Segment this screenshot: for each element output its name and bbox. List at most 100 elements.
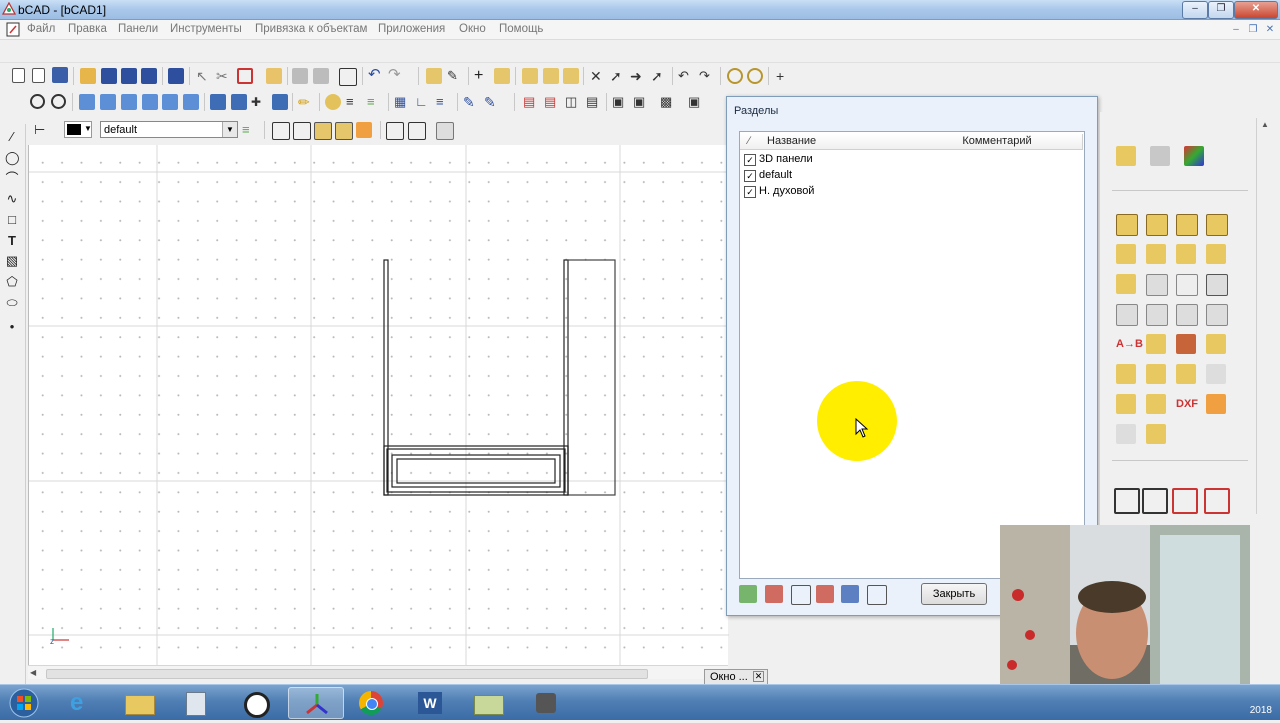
- quadrant-snap-icon[interactable]: [747, 68, 763, 84]
- light-source-icon[interactable]: [1206, 364, 1226, 384]
- start-button[interactable]: [4, 687, 44, 719]
- edit-panel-icon[interactable]: [1150, 146, 1170, 166]
- redo-icon[interactable]: ↷: [388, 67, 404, 83]
- mdi-restore-icon[interactable]: ❐: [1246, 23, 1260, 36]
- menu-file[interactable]: Файл: [27, 23, 55, 35]
- paste-icon[interactable]: [313, 68, 329, 84]
- show-section-icon[interactable]: [841, 585, 859, 603]
- persp-view-icon[interactable]: [231, 94, 247, 110]
- clipboard-icon[interactable]: [339, 68, 357, 86]
- new-file-icon[interactable]: [12, 68, 25, 83]
- view-right-icon[interactable]: [142, 94, 158, 110]
- text-tool-icon[interactable]: T: [5, 234, 19, 248]
- snap-center-icon[interactable]: [563, 68, 579, 84]
- bcad-taskbar-icon[interactable]: [288, 687, 344, 719]
- column-header-name[interactable]: Название: [758, 134, 922, 150]
- close-button[interactable]: Закрыть: [921, 583, 987, 605]
- checkbox[interactable]: ✓: [744, 186, 756, 198]
- point-tool-icon[interactable]: •: [5, 320, 19, 334]
- cost-icon[interactable]: [1146, 304, 1168, 326]
- circle-tool-icon[interactable]: ◯: [5, 151, 20, 165]
- snap-end-icon[interactable]: [522, 68, 538, 84]
- maximize-button[interactable]: ❐: [1208, 1, 1234, 19]
- spreadsheet-icon[interactable]: [1206, 274, 1228, 296]
- list-item[interactable]: ✓ Н. духовой: [743, 184, 1073, 200]
- layers-icon[interactable]: ≡: [346, 94, 362, 110]
- horizontal-scrollbar[interactable]: ◀: [28, 665, 728, 679]
- axes-icon[interactable]: ✚: [251, 94, 267, 110]
- hinge-icon[interactable]: [1176, 334, 1196, 354]
- copy-panel-icon[interactable]: [1146, 424, 1166, 444]
- scrollbar-thumb[interactable]: [46, 669, 648, 679]
- plus-icon[interactable]: +: [776, 68, 792, 84]
- layers-color-icon[interactable]: ≡: [367, 94, 383, 110]
- circle-snap-icon[interactable]: [727, 68, 743, 84]
- pen-icon[interactable]: ✎: [447, 68, 463, 84]
- snap-mid-icon[interactable]: [543, 68, 559, 84]
- hidden-line-icon[interactable]: [436, 122, 454, 140]
- explorer-taskbar-icon[interactable]: [113, 687, 165, 719]
- view-front-icon[interactable]: [79, 94, 95, 110]
- sort-column-header[interactable]: ∕: [740, 134, 759, 150]
- scale-icon[interactable]: ▣: [612, 94, 628, 110]
- zoom-in-icon[interactable]: [30, 94, 45, 109]
- camera-taskbar-icon[interactable]: [520, 687, 572, 719]
- view-left-icon[interactable]: [121, 94, 137, 110]
- recorder-taskbar-icon[interactable]: [230, 687, 282, 719]
- menu-tools[interactable]: Инструменты: [170, 23, 242, 35]
- pencil-icon[interactable]: ✏: [298, 94, 314, 110]
- cut-icon[interactable]: ✂: [216, 68, 232, 84]
- hatch-tool-icon[interactable]: ▧: [5, 254, 19, 268]
- scroll-up-icon[interactable]: ▲: [1261, 120, 1269, 129]
- move-icon[interactable]: ▤: [523, 94, 539, 110]
- align-icon[interactable]: [1114, 488, 1140, 514]
- checkbox[interactable]: ✓: [744, 170, 756, 182]
- render-icon[interactable]: [272, 94, 288, 110]
- k-tool-icon[interactable]: [1116, 394, 1136, 414]
- crop-icon[interactable]: [237, 68, 253, 84]
- intersect-icon[interactable]: ✕: [590, 68, 606, 84]
- word-taskbar-icon[interactable]: W: [404, 687, 456, 719]
- drawer-2-icon[interactable]: [1146, 364, 1166, 384]
- copy-icon[interactable]: [292, 68, 308, 84]
- new-file-2-icon[interactable]: [32, 68, 45, 83]
- box-solid-2-icon[interactable]: [335, 122, 353, 140]
- box-icon[interactable]: [272, 122, 290, 140]
- align-3-icon[interactable]: [1172, 488, 1198, 514]
- frame-panel-icon[interactable]: [1146, 214, 1168, 236]
- crosshair-icon[interactable]: +: [474, 68, 490, 84]
- ie-taskbar-icon[interactable]: e: [56, 687, 108, 719]
- group-icon[interactable]: ▣: [688, 94, 704, 110]
- box-2-icon[interactable]: [293, 122, 311, 140]
- edge-icon[interactable]: [1146, 244, 1166, 264]
- polygon-tool-icon[interactable]: ⬠: [5, 275, 19, 289]
- sheet-icon[interactable]: [1116, 304, 1138, 326]
- document-icon[interactable]: [6, 22, 20, 37]
- app-taskbar-icon[interactable]: [462, 687, 514, 719]
- mdi-close-icon[interactable]: ✕: [1263, 23, 1277, 36]
- eraser-icon[interactable]: [266, 68, 282, 84]
- snap-toggle-icon[interactable]: ≡: [436, 94, 452, 110]
- hardware-icon[interactable]: [1146, 334, 1166, 354]
- wire-icon[interactable]: [386, 122, 404, 140]
- align-4-icon[interactable]: [1204, 488, 1230, 514]
- dxf-icon[interactable]: DXF: [1176, 394, 1198, 414]
- menu-edit[interactable]: Правка: [68, 23, 107, 35]
- layer-select[interactable]: default ▼: [100, 121, 238, 138]
- delete-section-icon[interactable]: [765, 585, 783, 603]
- save-as-icon[interactable]: [121, 68, 137, 84]
- checkbox[interactable]: ✓: [744, 154, 756, 166]
- view-top-icon[interactable]: [162, 94, 178, 110]
- nearest-icon[interactable]: ➚: [651, 68, 667, 84]
- add-section-icon[interactable]: [739, 585, 757, 603]
- books-icon[interactable]: [1116, 424, 1136, 444]
- zoom-out-icon[interactable]: [51, 94, 66, 109]
- chrome-taskbar-icon[interactable]: [346, 687, 398, 719]
- align-2-icon[interactable]: [1142, 488, 1168, 514]
- light-icon[interactable]: [325, 94, 341, 110]
- rectangle-tool-icon[interactable]: □: [5, 213, 19, 227]
- open-folder-icon[interactable]: [80, 68, 96, 84]
- corner-panel-icon[interactable]: [1176, 214, 1198, 236]
- rotate-icon[interactable]: ▤: [586, 94, 602, 110]
- arc-snap-2-icon[interactable]: ↷: [699, 68, 715, 84]
